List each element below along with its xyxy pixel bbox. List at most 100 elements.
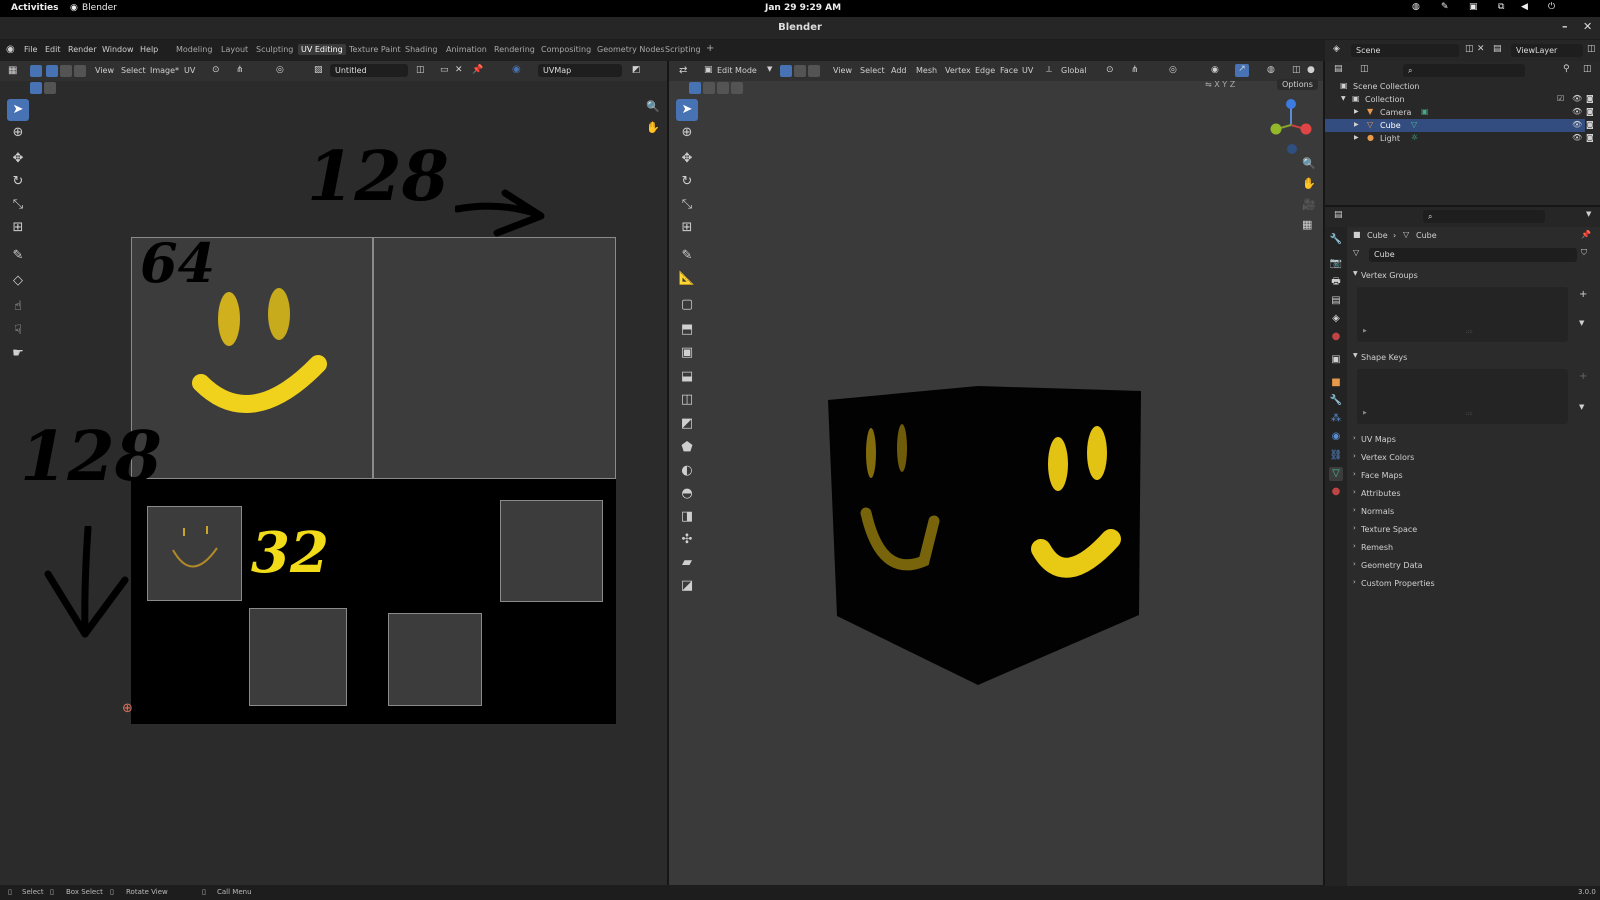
chevron-down-icon[interactable]: ▼ [1353,352,1358,359]
menu-file[interactable]: File [24,45,37,54]
resize-grip-icon[interactable]: :::: [1466,411,1473,417]
chevron-right-icon[interactable]: › [1353,542,1356,550]
uv-face-select-icon[interactable] [74,65,86,77]
tab-rendering[interactable]: Rendering [494,45,535,54]
display-mode-icon[interactable]: ◫ [1360,64,1369,74]
physics-tab-icon[interactable]: ◉ [1329,430,1343,444]
image-open-icon[interactable]: ▭ [440,65,449,75]
scene-unlink-icon[interactable]: ✕ [1477,44,1485,54]
panel-vertex-groups[interactable]: ▼ Vertex Groups [1353,267,1600,285]
transform-tool[interactable]: ⊞ [7,217,29,239]
shape-key-menu-icon[interactable]: ▼ [1579,403,1584,411]
tab-geometry-nodes[interactable]: Geometry Nodes [597,45,664,54]
menu-help[interactable]: Help [140,45,158,54]
list-expand-icon[interactable]: ▶ [1363,410,1367,416]
camera-render-icon[interactable]: ◙ [1586,107,1594,116]
vertex-groups-list[interactable]: ▶ :::: [1357,287,1568,342]
render-tab-icon[interactable]: 📷 [1329,257,1343,271]
chevron-down-icon[interactable]: ▼ [1341,95,1346,102]
rotate-tool[interactable]: ↻ [7,171,29,193]
chevron-down-icon[interactable]: ▼ [1586,210,1591,218]
cursor-tool[interactable]: ⊕ [7,122,29,144]
tab-uv-editing[interactable]: UV Editing [298,44,346,55]
chevron-right-icon[interactable]: › [1353,434,1356,442]
view-layer-new-icon[interactable]: ◫ [1587,44,1596,54]
panel-vertex-colors[interactable]: › Vertex Colors [1353,449,1600,467]
blender-logo-icon[interactable]: ◉ [6,44,15,55]
pen-tray-icon[interactable]: ✎ [1441,2,1449,12]
constraints-tab-icon[interactable]: ⛓ [1329,449,1343,463]
editor-type-icon[interactable]: ▤ [1334,210,1343,220]
panel-uv-maps[interactable]: › UV Maps [1353,431,1600,449]
uv-edge-select-icon[interactable] [60,65,72,77]
pin-icon[interactable]: 📌 [1581,230,1591,239]
volume-icon[interactable]: ◀ [1521,2,1528,12]
mesh-name-field[interactable]: Cube [1369,248,1577,262]
tool-tab-icon[interactable]: 🔧 [1329,233,1343,247]
view-layer-field[interactable]: ViewLayer [1511,44,1583,57]
clock[interactable]: Jan 29 9:29 AM [765,3,841,13]
uvmap-field[interactable]: UVMap [538,64,622,77]
pan-hand-icon[interactable]: ✋ [646,121,660,134]
chevron-right-icon[interactable]: › [1353,488,1356,496]
tab-layout[interactable]: Layout [221,45,248,54]
shape-keys-list[interactable]: ▶ :::: [1357,369,1568,424]
clipboard-icon[interactable]: ▣ [1469,2,1478,12]
camera-render-icon[interactable]: ◙ [1586,94,1594,103]
image-save-icon[interactable]: ◫ [416,65,425,75]
outliner-area[interactable]: ◈ Scene ◫ ✕ ▤ ViewLayer ◫ ▤ ◫ ⌕ ⚲ ◫ ▣ Sc… [1325,40,1600,205]
tab-compositing[interactable]: Compositing [541,45,591,54]
zoom-icon[interactable]: 🔍 [646,100,660,113]
image-unlink-icon[interactable]: ✕ [455,65,463,75]
select-new-icon[interactable] [30,82,42,94]
outliner-item-camera[interactable]: ▶ ▼ Camera ▣ 👁 ◙ [1325,106,1594,119]
menu-edit[interactable]: Edit [45,45,61,54]
panel-attributes[interactable]: › Attributes [1353,485,1600,503]
material-tab-icon[interactable]: ● [1329,485,1343,499]
snap-icon[interactable]: ⋔ [236,65,244,75]
particles-tab-icon[interactable]: ⁂ [1329,412,1343,426]
tab-scripting[interactable]: Scripting [665,45,701,54]
textured-cube[interactable] [669,61,1323,885]
2d-cursor-icon[interactable]: ⊕ [122,701,133,716]
panel-texture-space[interactable]: › Texture Space [1353,521,1600,539]
uv-sync-icon[interactable] [30,65,42,77]
output-tab-icon[interactable]: 🖶 [1329,275,1343,289]
checkbox-icon[interactable]: ☑ [1557,94,1564,103]
uv-vertex-select-icon[interactable] [46,65,58,77]
proportional-edit-icon[interactable]: ◎ [276,65,284,75]
display-channels-icon[interactable]: ◩ [632,65,641,75]
scene-new-icon[interactable]: ◫ [1465,44,1474,54]
tab-animation[interactable]: Animation [446,45,487,54]
image-browse-icon[interactable]: ▨ [314,65,323,75]
mesh-data-tab-icon[interactable]: ▽ [1329,467,1343,481]
tab-sculpting[interactable]: Sculpting [256,45,293,54]
network-icon[interactable]: ⧉ [1498,2,1504,12]
select-extend-icon[interactable] [44,82,56,94]
chevron-right-icon[interactable]: › [1353,560,1356,568]
close-window-icon[interactable]: ✕ [1583,20,1592,33]
uv-face-small-3[interactable] [249,608,347,706]
chevron-right-icon[interactable]: › [1353,452,1356,460]
camera-render-icon[interactable]: ◙ [1586,133,1594,142]
resize-grip-icon[interactable]: :::: [1466,329,1473,335]
uv-menu-select[interactable]: Select [121,66,146,75]
3d-viewport-area[interactable]: ⇄ ▣ Edit Mode ▼ View Select Add Mesh Ver… [669,61,1323,885]
minimize-icon[interactable]: – [1562,20,1568,33]
uv-editor-area[interactable]: ▦ View Select Image* UV ⊙ ⋔ ◎ ▨ Untitled… [0,61,667,885]
menu-render[interactable]: Render [68,45,96,54]
list-expand-icon[interactable]: ▶ [1363,328,1367,334]
modifier-tab-icon[interactable]: 🔧 [1329,394,1343,408]
select-box-tool[interactable]: ➤ [7,99,29,121]
chevron-right-icon[interactable]: › [1353,524,1356,532]
mesh-browse-icon[interactable]: ▽ [1353,248,1359,257]
eye-icon[interactable]: 👁 [1572,94,1582,103]
tab-modeling[interactable]: Modeling [176,45,212,54]
steam-icon[interactable]: ◍ [1412,2,1420,12]
properties-area[interactable]: ▤ ⌕ ▼ 🔧 📷 🖶 ▤ ◈ ● ▣ ■ 🔧 ⁂ ◉ ⛓ ▽ ● ■ Cube… [1325,207,1600,886]
properties-search-input[interactable]: ⌕ [1423,210,1545,223]
pinch-tool[interactable]: ☛ [7,343,29,365]
relax-tool[interactable]: ☟ [7,320,29,342]
uv-image-canvas[interactable] [131,237,616,724]
chevron-right-icon[interactable]: › [1353,506,1356,514]
